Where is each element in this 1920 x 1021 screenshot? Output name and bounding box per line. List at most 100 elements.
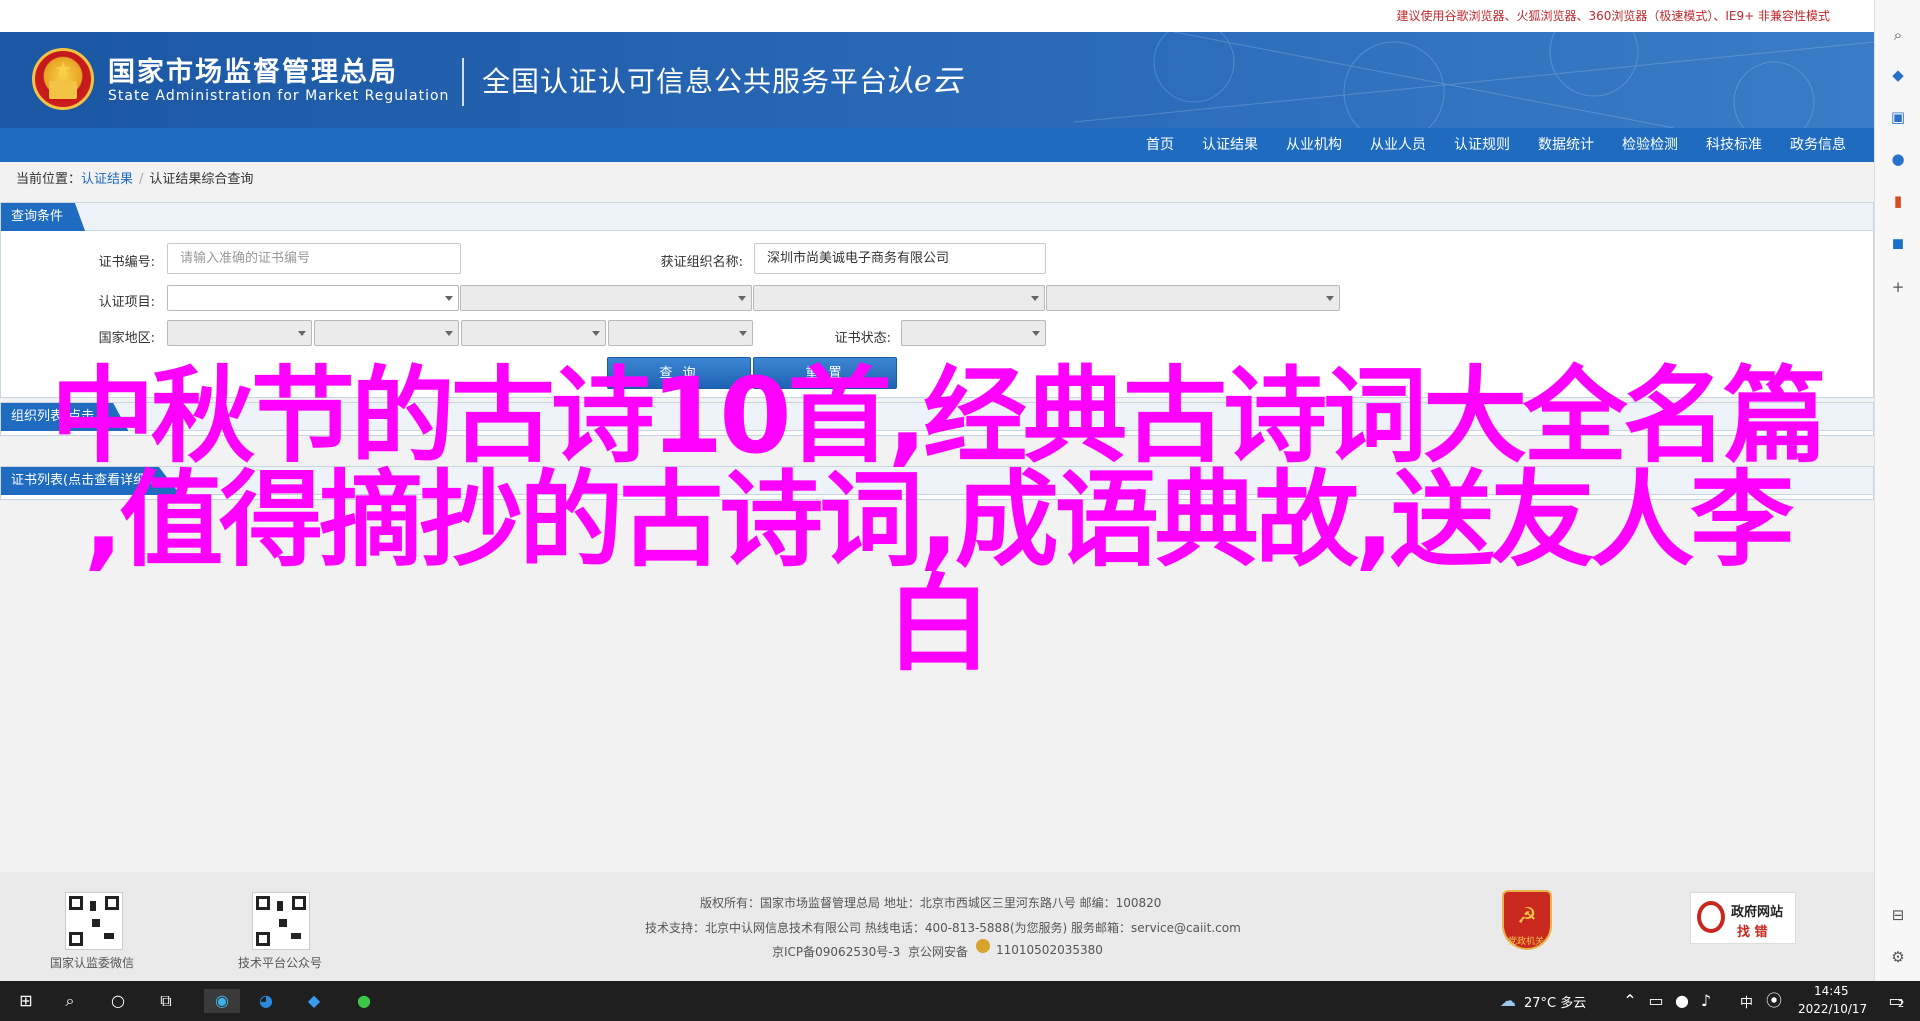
clock-time[interactable]: 14:45 [1814, 984, 1849, 998]
toolbox-icon[interactable]: ▣ [1889, 108, 1907, 126]
cortana-icon[interactable]: ○ [106, 989, 130, 1013]
task-view-icon[interactable]: ⧉ [154, 989, 178, 1013]
overlay-line-3: 白 [886, 563, 991, 685]
org-name-input[interactable]: 深圳市尚美诚电子商务有限公司 [754, 243, 1046, 274]
agency-subtitle: State Administration for Market Regulati… [108, 88, 450, 104]
main-nav: 首页 认证结果 从业机构 从业人员 认证规则 数据统计 检验检测 科技标准 政务… [0, 128, 1874, 162]
police-badge-icon [976, 939, 990, 953]
outlook-icon[interactable]: ◼ [1889, 234, 1907, 252]
region-select-1[interactable] [167, 320, 312, 346]
nav-inspection[interactable]: 检验检测 [1608, 128, 1692, 162]
chevron-up-icon[interactable]: ⌃ [1618, 989, 1642, 1013]
agency-title: 国家市场监督管理总局 [108, 57, 398, 88]
nav-personnel[interactable]: 从业人员 [1356, 128, 1440, 162]
footer-copyright: 版权所有：国家市场监督管理总局 地址：北京市西城区三里河东路八号 邮编：1008… [700, 896, 1162, 910]
cert-item-select-4[interactable] [1046, 285, 1340, 311]
office-icon[interactable]: ▮ [1889, 192, 1907, 210]
chevron-down-icon [445, 331, 453, 336]
region-select-4[interactable] [608, 320, 753, 346]
input-method-icon[interactable]: ⦿ [1762, 989, 1786, 1013]
cert-item-select-1[interactable] [167, 285, 459, 311]
gov-site-report-button[interactable]: 政府网站 找 错 [1690, 892, 1796, 944]
region-select-3[interactable] [461, 320, 606, 346]
national-emblem-icon: ★ [32, 48, 94, 110]
chevron-down-icon [738, 296, 746, 301]
windows-start-icon[interactable]: ⊞ [14, 989, 38, 1013]
footer-police-no[interactable]: 11010502035380 [996, 943, 1103, 957]
feishu-icon[interactable]: ◆ [302, 989, 326, 1013]
footer-police-label: 京公网安备 [908, 945, 969, 959]
settings-gear-icon[interactable]: ⚙ [1889, 948, 1907, 966]
cert-item-select-3[interactable] [753, 285, 1045, 311]
cert-no-label: 证书编号: [98, 255, 155, 270]
org-list-tab[interactable]: 组织列表(点击... [1, 403, 129, 431]
cert-no-input[interactable]: 请输入准确的证书编号 [167, 243, 461, 274]
nav-institutions[interactable]: 从业机构 [1272, 128, 1356, 162]
windows-taskbar: ⊞ ⌕ ○ ⧉ ◉ ◕ ◆ ● ☁ 27°C 多云 ⌃ ▭ ● ♪ 中 ⦿ 14… [0, 981, 1920, 1021]
app-blue-icon[interactable]: ◕ [254, 989, 278, 1013]
chevron-down-icon [1326, 296, 1334, 301]
wechat-tray-icon[interactable]: ● [1670, 989, 1694, 1013]
nav-standards[interactable]: 科技标准 [1692, 128, 1776, 162]
add-icon[interactable]: + [1889, 278, 1907, 296]
tag-icon[interactable]: ◆ [1889, 66, 1907, 84]
browser-tip-text: 建议使用谷歌浏览器、火狐浏览器、360浏览器（极速模式）、IE9+ 非兼容性模式 [1396, 9, 1830, 23]
nav-home[interactable]: 首页 [1132, 128, 1188, 162]
org-list-panel: 组织列表(点击... [0, 402, 1874, 436]
region-select-2[interactable] [314, 320, 459, 346]
header-divider [462, 58, 464, 106]
site-footer: 国家认监委微信 技术平台公众号 版权所有：国家市场监督管理总局 地址：北京市西城… [0, 872, 1874, 981]
nav-rules[interactable]: 认证规则 [1440, 128, 1524, 162]
nav-gov-info[interactable]: 政务信息 [1776, 128, 1860, 162]
official-account-qr-code [252, 892, 310, 950]
nav-statistics[interactable]: 数据统计 [1524, 128, 1608, 162]
search-icon[interactable]: ⌕ [1889, 26, 1907, 44]
chevron-down-icon [592, 331, 600, 336]
search-icon[interactable]: ⌕ [58, 989, 82, 1013]
browser-tip: 建议使用谷歌浏览器、火狐浏览器、360浏览器（极速模式）、IE9+ 非兼容性模式 [0, 0, 1874, 32]
header-pattern [1074, 32, 1874, 128]
network-icon[interactable]: ▭ [1644, 989, 1668, 1013]
edge-browser-icon[interactable]: ◉ [204, 989, 240, 1013]
breadcrumb: 当前位置：认证结果 / 认证结果综合查询 [0, 162, 1874, 198]
gov-site-sub: 找 错 [1737, 925, 1768, 940]
region-label: 国家地区: [98, 331, 155, 346]
breadcrumb-separator: / [139, 172, 144, 187]
sidebar-toggle-icon[interactable]: ⊟ [1889, 906, 1907, 924]
cert-item-select-2[interactable] [460, 285, 752, 311]
breadcrumb-link[interactable]: 认证结果 [81, 172, 133, 187]
platform-logo: 认e云 [884, 64, 962, 99]
site-header: ★ 国家市场监督管理总局 State Administration for Ma… [0, 32, 1874, 128]
breadcrumb-current: 认证结果综合查询 [149, 172, 254, 187]
party-emblem-icon: ☭ [1517, 904, 1537, 929]
cert-status-select[interactable] [901, 320, 1046, 346]
browser-sidebar: ⌕ ◆ ▣ ● ▮ ◼ + ⊟ ⚙ [1874, 0, 1920, 981]
search-button[interactable]: 查 询 [607, 357, 751, 389]
clock-date[interactable]: 2022/10/17 [1798, 1002, 1867, 1016]
weather-cloud-icon[interactable]: ☁ [1496, 989, 1520, 1013]
people-icon[interactable]: ● [1889, 150, 1907, 168]
breadcrumb-prefix: 当前位置： [16, 172, 82, 187]
reset-button[interactable]: 重 置 [753, 357, 897, 389]
chevron-down-icon [298, 331, 306, 336]
notification-icon[interactable]: ▭ [1884, 989, 1908, 1013]
cert-list-tab[interactable]: 证书列表(点击查看详细... [1, 467, 181, 495]
chevron-down-icon [1031, 296, 1039, 301]
cert-status-label: 证书状态: [834, 331, 891, 346]
page-viewport: 建议使用谷歌浏览器、火狐浏览器、360浏览器（极速模式）、IE9+ 非兼容性模式… [0, 0, 1874, 981]
ime-indicator[interactable]: 中 [1740, 992, 1753, 1011]
chevron-down-icon [1032, 331, 1040, 336]
cert-list-panel: 证书列表(点击查看详细... [0, 466, 1874, 500]
official-account-qr-label: 技术平台公众号 [238, 956, 323, 970]
query-panel-tab: 查询条件 [1, 203, 86, 231]
chevron-down-icon [739, 331, 747, 336]
wechat-qr-code [65, 892, 123, 950]
weather-text[interactable]: 27°C 多云 [1524, 992, 1586, 1011]
notification-count: 2 [1898, 999, 1905, 1010]
chevron-down-icon [445, 296, 453, 301]
wechat-icon[interactable]: ● [352, 989, 376, 1013]
browser-window: 建议使用谷歌浏览器、火狐浏览器、360浏览器（极速模式）、IE9+ 非兼容性模式… [0, 0, 1920, 1021]
footer-icp[interactable]: 京ICP备09062530号-3 [772, 943, 900, 960]
speaker-icon[interactable]: ♪ [1694, 989, 1718, 1013]
nav-cert-results[interactable]: 认证结果 [1188, 128, 1272, 162]
